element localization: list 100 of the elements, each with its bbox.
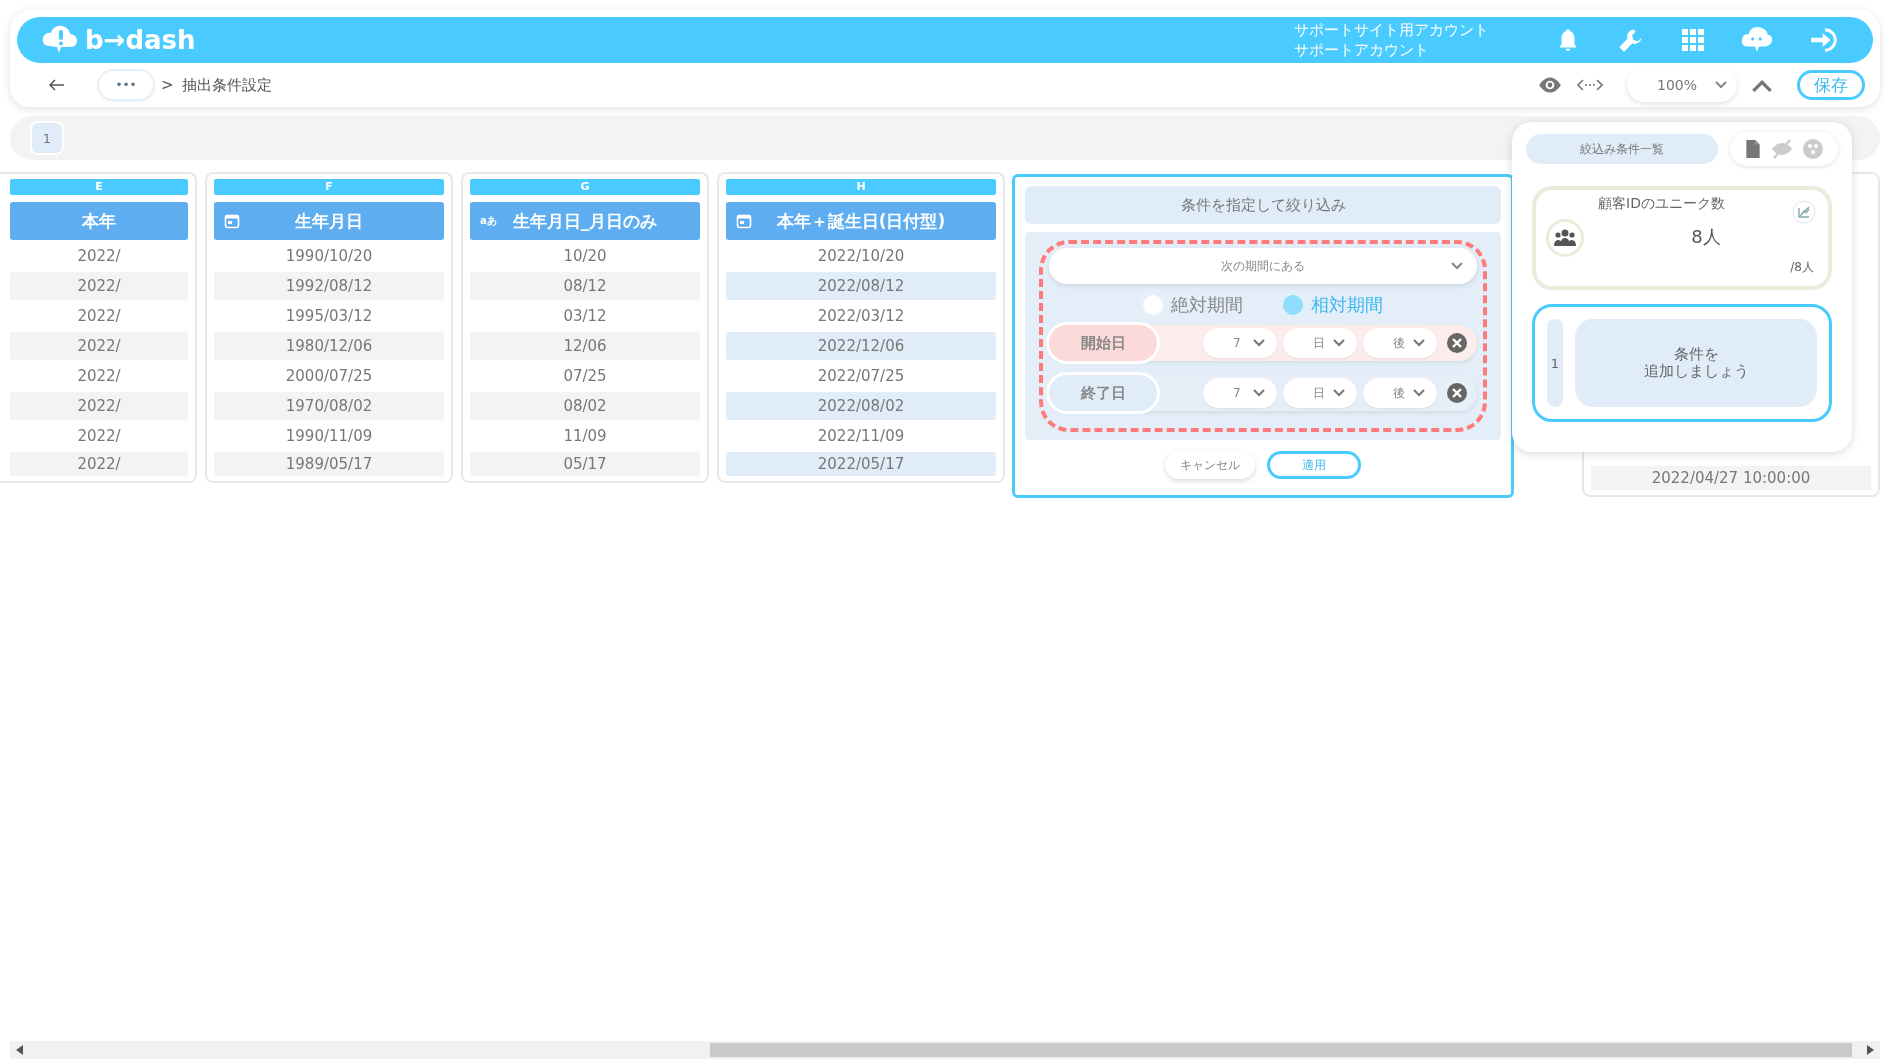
table-cell: 1992/08/12 xyxy=(214,272,444,300)
dots-circle-icon[interactable] xyxy=(1803,139,1823,159)
table-cell: 2022/04/27 10:00:00 xyxy=(1591,466,1871,490)
value-select[interactable]: 後 xyxy=(1363,378,1437,408)
chevron-down-icon xyxy=(1253,389,1265,397)
value-select[interactable]: 7 xyxy=(1203,328,1277,358)
metric-value: 8人 xyxy=(1690,225,1722,249)
table-cell: 2022/12/06 xyxy=(726,332,996,360)
table-cell-text: 2022/ xyxy=(76,246,122,267)
sheet-tab[interactable]: 1 xyxy=(32,123,62,153)
table-cell-text: 1995/03/12 xyxy=(284,306,374,327)
calendar-icon xyxy=(224,213,240,229)
eye-icon[interactable] xyxy=(1537,76,1563,94)
table-cell: 08/02 xyxy=(470,392,700,420)
value-select[interactable]: 7 xyxy=(1203,378,1277,408)
table-cell-text: 07/25 xyxy=(562,366,608,387)
date-row-label: 終了日 xyxy=(1049,375,1157,411)
table-cell: 1980/12/06 xyxy=(214,332,444,360)
remove-icon[interactable] xyxy=(1447,333,1467,353)
condition-index: 1 xyxy=(1547,319,1563,407)
table-cell: 2022/08/12 xyxy=(726,272,996,300)
account-name: サポートアカウント xyxy=(1294,40,1430,60)
table-cell-text: 1990/10/20 xyxy=(284,246,374,267)
table-cell: 2022/ xyxy=(10,272,188,300)
eye-slash-icon[interactable] xyxy=(1771,139,1793,159)
metric-total: /8人 xyxy=(1789,259,1814,276)
table-cell-text: 1990/11/09 xyxy=(284,426,374,447)
chevron-down-icon xyxy=(1253,339,1265,347)
table-cell-text: 2022/11/09 xyxy=(816,426,906,447)
table-cell: 2022/ xyxy=(10,452,188,476)
calendar-icon xyxy=(736,213,752,229)
table-cell: 2022/08/02 xyxy=(726,392,996,420)
table-cell: 2022/ xyxy=(10,332,188,360)
save-button[interactable]: 保存 xyxy=(1797,70,1865,100)
table-cell: 08/12 xyxy=(470,272,700,300)
radio-button[interactable] xyxy=(1143,295,1163,315)
account-name: サポートサイト用アカウント xyxy=(1294,20,1489,40)
value-select[interactable]: 後 xyxy=(1363,328,1437,358)
chevron-down-icon xyxy=(1333,339,1345,347)
apply-button[interactable]: 適用 xyxy=(1267,451,1361,479)
table-cell: 2022/ xyxy=(10,392,188,420)
chevron-down-icon xyxy=(1451,262,1463,270)
scrollbar-thumb[interactable] xyxy=(710,1043,1852,1057)
logo-text: b→dash xyxy=(85,25,196,55)
table-cell: 1970/08/02 xyxy=(214,392,444,420)
period-radio[interactable]: 絶対期間 xyxy=(1143,293,1243,317)
operator-select[interactable]: 次の期間にある xyxy=(1049,248,1477,284)
table-cell-text: 03/12 xyxy=(562,306,608,327)
popup-title: 条件を指定して絞り込み xyxy=(1025,186,1501,224)
cancel-button[interactable]: キャンセル xyxy=(1165,451,1255,479)
chevron-down-icon xyxy=(1715,81,1727,89)
table-cell-text: 2022/ xyxy=(76,366,122,387)
metric-label: 顧客IDのユニーク数 xyxy=(1598,195,1726,213)
column-letter[interactable]: E xyxy=(10,179,188,195)
code-brackets-icon[interactable] xyxy=(1577,78,1603,92)
column-letter[interactable]: H xyxy=(726,179,996,195)
chevron-down-icon xyxy=(1413,389,1425,397)
grid-menu-icon[interactable] xyxy=(1681,28,1705,52)
table-cell: 12/06 xyxy=(470,332,700,360)
zoom-select[interactable]: 100% xyxy=(1627,68,1737,102)
value-select[interactable]: 日 xyxy=(1283,378,1357,408)
radio-label: 相対期間 xyxy=(1311,293,1383,317)
table-cell-text: 10/20 xyxy=(562,246,608,267)
document-icon[interactable] xyxy=(1745,139,1761,159)
scroll-left-icon[interactable] xyxy=(16,1045,24,1055)
add-condition-button[interactable]: 条件を 追加しましょう xyxy=(1575,319,1817,407)
chevron-down-icon xyxy=(1413,339,1425,347)
remove-icon[interactable] xyxy=(1447,383,1467,403)
chevron-up-icon[interactable] xyxy=(1751,78,1773,92)
radio-button[interactable] xyxy=(1283,295,1303,315)
table-cell-text: 2000/07/25 xyxy=(284,366,374,387)
table-cell-text: 11/09 xyxy=(562,426,608,447)
column-letter[interactable]: F xyxy=(214,179,444,195)
radio-label: 絶対期間 xyxy=(1171,293,1243,317)
breadcrumb-current: 抽出条件設定 xyxy=(181,75,272,95)
column-header[interactable]: 本年＋誕生日(日付型) xyxy=(726,202,996,240)
period-radio[interactable]: 相対期間 xyxy=(1283,293,1383,317)
column-header[interactable]: aあ 生年月日_月日のみ xyxy=(470,202,700,240)
table-cell-text: 2022/03/12 xyxy=(816,306,906,327)
date-row-label: 開始日 xyxy=(1049,325,1157,361)
chevron-down-icon xyxy=(1333,389,1345,397)
table-cell-text: 2022/ xyxy=(76,306,122,327)
table-cell-text: 2022/10/20 xyxy=(816,246,906,267)
column-letter[interactable]: G xyxy=(470,179,700,195)
column-header[interactable]: 本年 xyxy=(10,202,188,240)
breadcrumb-separator: > xyxy=(161,76,174,94)
table-cell: 05/17 xyxy=(470,452,700,476)
column-header[interactable]: 生年月日 xyxy=(214,202,444,240)
table-cell-text: 2022/ xyxy=(76,426,122,447)
panel-title: 絞込み条件一覧 xyxy=(1526,134,1718,164)
table-cell: 1989/05/17 xyxy=(214,452,444,476)
scroll-right-icon[interactable] xyxy=(1866,1045,1874,1055)
back-arrow-icon[interactable] xyxy=(49,79,65,91)
table-cell-text: 2022/07/25 xyxy=(816,366,906,387)
value-select[interactable]: 日 xyxy=(1283,328,1357,358)
horizontal-scrollbar[interactable] xyxy=(10,1041,1880,1059)
people-icon xyxy=(1553,229,1577,247)
chart-off-icon[interactable] xyxy=(1792,200,1816,224)
breadcrumb-more-button[interactable]: ••• xyxy=(99,71,153,99)
table-cell: 2022/05/17 xyxy=(726,452,996,476)
